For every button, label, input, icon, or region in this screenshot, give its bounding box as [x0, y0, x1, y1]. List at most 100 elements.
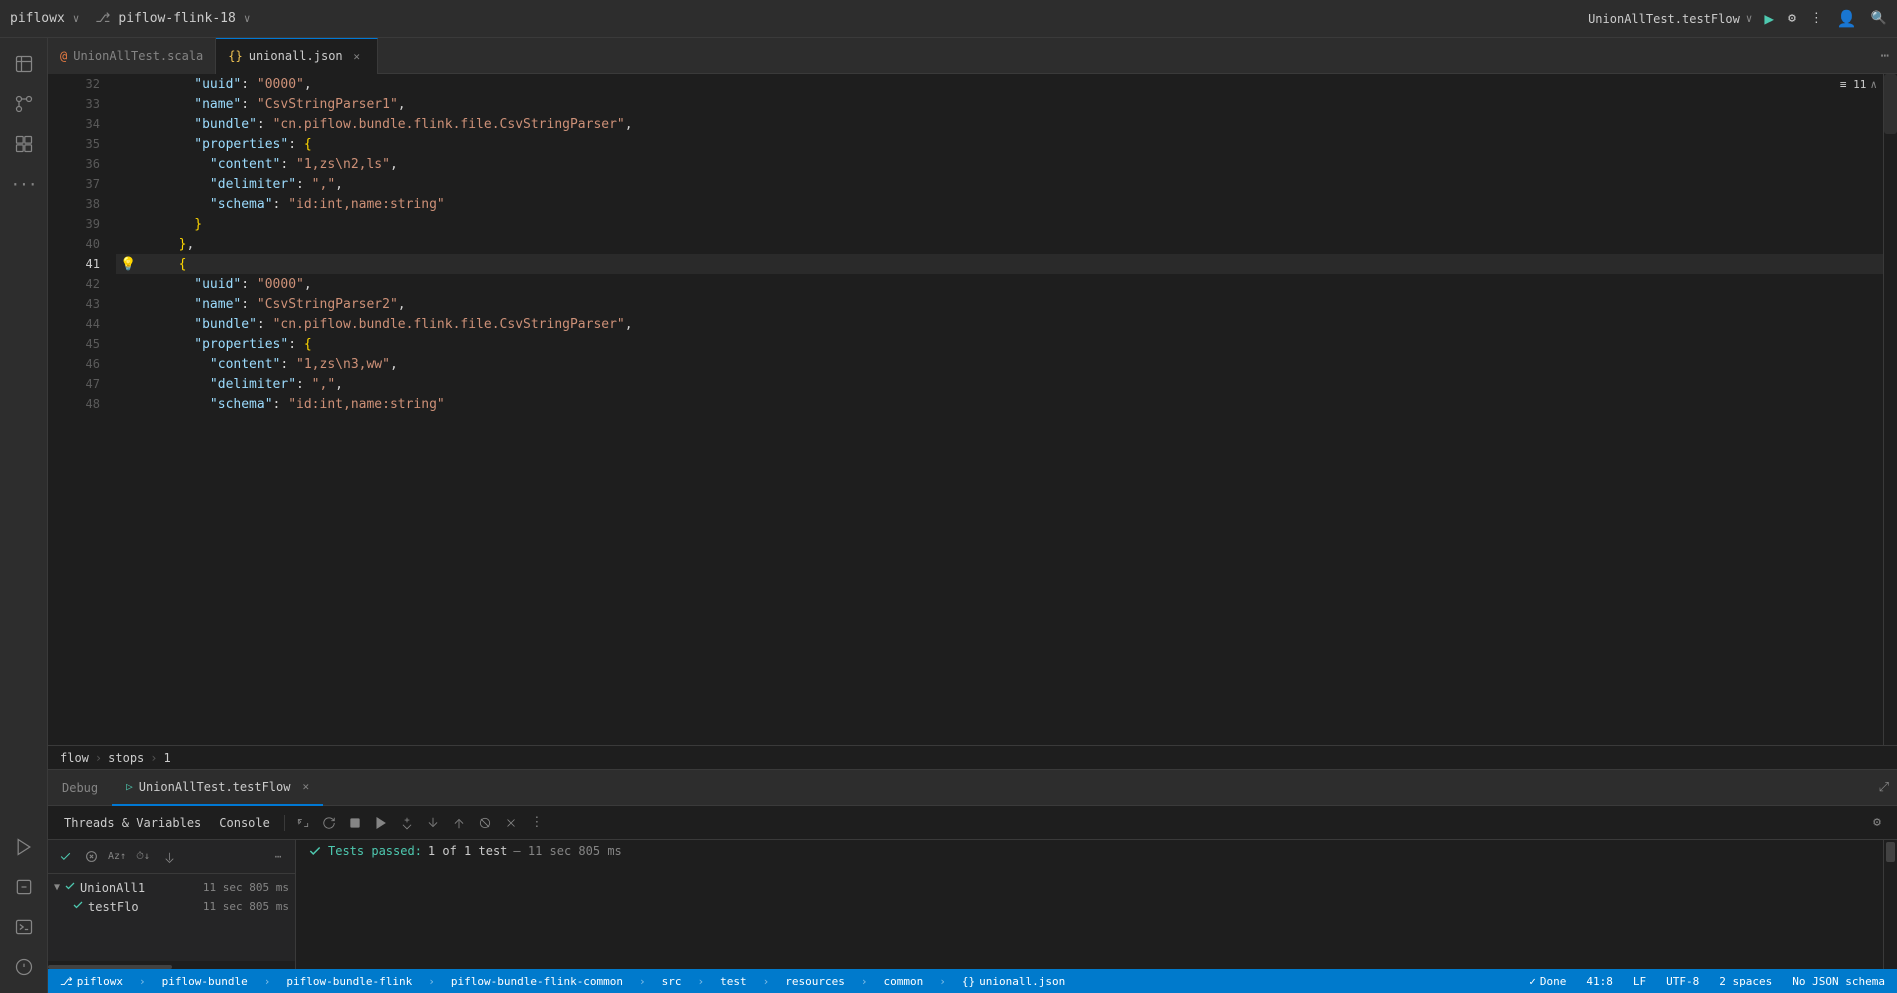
status-path-json[interactable]: {} unionall.json: [958, 969, 1069, 993]
status-path-bundle[interactable]: piflow-bundle: [158, 969, 252, 993]
search-icon[interactable]: 🔍: [1871, 11, 1887, 26]
rerun-btn[interactable]: [317, 811, 341, 835]
ln-41: 41: [56, 254, 100, 274]
status-path-src[interactable]: src: [658, 969, 686, 993]
run-debug-icon[interactable]: [6, 829, 42, 865]
panel-maximize-btn[interactable]: ⤢: [1871, 780, 1897, 795]
status-bar-right: ✓ Done 41:8 LF UTF-8 2 spaces No JSON sc…: [1525, 969, 1889, 993]
step-into-btn[interactable]: [421, 811, 445, 835]
test-output-area: Tests passed: 1 of 1 test – 11 sec 805 m…: [296, 840, 1883, 969]
tab-icon-scala: @: [60, 49, 67, 63]
debug-toolbar: Threads & Variables Console: [48, 806, 1897, 840]
breakpoints-icon[interactable]: [6, 869, 42, 905]
status-path-resources[interactable]: resources: [781, 969, 849, 993]
run-config-chevron: ∨: [1746, 12, 1753, 25]
breadcrumb-stops[interactable]: stops: [108, 751, 144, 765]
status-done[interactable]: ✓ Done: [1525, 969, 1570, 993]
title-bar-icons: ▶ ⚙ ⋮ 👤 🔍: [1764, 9, 1887, 28]
info-icon[interactable]: [6, 949, 42, 985]
status-position[interactable]: 41:8: [1582, 969, 1617, 993]
clear-results-btn[interactable]: [499, 811, 523, 835]
test-tree: ▼ UnionAll1 11 sec 805 ms testFlo: [48, 874, 295, 961]
vcs-icon[interactable]: [6, 86, 42, 122]
run-icon[interactable]: ▶: [1764, 9, 1774, 28]
status-indent[interactable]: 2 spaces: [1715, 969, 1776, 993]
status-path-test[interactable]: test: [716, 969, 751, 993]
more-actions-icon[interactable]: ···: [6, 166, 42, 202]
ln-43: 43: [56, 294, 100, 314]
ln-39: 39: [56, 214, 100, 234]
tab-more-icon[interactable]: ⋯: [1881, 48, 1889, 64]
branch-name[interactable]: piflow-flink-18: [118, 11, 235, 26]
terminal-panel-icon[interactable]: [6, 909, 42, 945]
tab-unionall-json[interactable]: {} unionall.json ✕: [216, 38, 377, 74]
resume-btn[interactable]: [369, 811, 393, 835]
debug-tabs: Debug ▷ UnionAllTest.testFlow ✕ ⤢: [48, 770, 1897, 806]
line-indicator[interactable]: ≡ 11 ∧: [1840, 78, 1877, 91]
editor-area: 32 33 34 35 36 37 38 39 40 41 42 43 44 4…: [48, 74, 1897, 745]
status-encoding[interactable]: UTF-8: [1662, 969, 1703, 993]
project-chevron[interactable]: ∨: [73, 12, 80, 25]
debug-more-btn[interactable]: ⋮: [525, 811, 549, 835]
status-sep-8: ›: [939, 975, 946, 988]
tab-debug[interactable]: Debug: [48, 770, 112, 806]
editor-scroll-thumb[interactable]: [1884, 74, 1897, 134]
project-name[interactable]: piflowx: [10, 11, 65, 26]
threads-vars-btn[interactable]: Threads & Variables: [56, 811, 209, 835]
debug-right-scrollbar[interactable]: [1883, 840, 1897, 969]
status-sep-2: ›: [264, 975, 271, 988]
filter-failed-btn[interactable]: [80, 846, 102, 868]
status-path-common2[interactable]: common: [880, 969, 928, 993]
status-path-common[interactable]: piflow-bundle-flink-common: [447, 969, 627, 993]
extensions-icon[interactable]: [6, 126, 42, 162]
status-path-flink[interactable]: piflow-bundle-flink: [282, 969, 416, 993]
more-icon[interactable]: ⋮: [1810, 11, 1823, 26]
code-line-36: "content": "1,zs\n2,ls",: [116, 154, 1883, 174]
status-line-ending[interactable]: LF: [1629, 969, 1650, 993]
console-btn[interactable]: Console: [211, 811, 278, 835]
tab-unionalltest-scala[interactable]: @ UnionAllTest.scala: [48, 38, 216, 74]
code-line-46: "content": "1,zs\n3,ww",: [116, 354, 1883, 374]
ln-44: 44: [56, 314, 100, 334]
code-content[interactable]: "uuid": "0000", "name": "CsvStringParser…: [108, 74, 1883, 745]
status-schema[interactable]: No JSON schema: [1788, 969, 1889, 993]
debug-settings-icon[interactable]: ⚙: [1788, 11, 1796, 26]
restore-layout-btn[interactable]: [291, 811, 315, 835]
sort-alpha-btn[interactable]: Az↑: [106, 846, 128, 868]
line-indicator-text: ≡ 11: [1840, 78, 1867, 91]
filter-more-btn[interactable]: ⋯: [267, 846, 289, 868]
tab-testflow-close[interactable]: ✕: [302, 780, 309, 793]
sort-duration-btn[interactable]: ⏱↓: [132, 846, 154, 868]
filter-all-btn[interactable]: [54, 846, 76, 868]
test-scrollbar[interactable]: [48, 961, 295, 969]
stop-btn[interactable]: [343, 811, 367, 835]
ln-34: 34: [56, 114, 100, 134]
code-line-39: }: [116, 214, 1883, 234]
tab-close-json[interactable]: ✕: [349, 48, 365, 64]
run-config[interactable]: UnionAllTest.testFlow ∨: [1588, 12, 1752, 26]
test-item-testflo[interactable]: testFlo 11 sec 805 ms: [48, 897, 295, 916]
explorer-icon[interactable]: [6, 46, 42, 82]
panel-settings-btn[interactable]: ⚙: [1865, 811, 1889, 835]
test-suite-unionall[interactable]: ▼ UnionAll1 11 sec 805 ms: [48, 878, 295, 897]
status-bar: ⎇ piflowx › piflow-bundle › piflow-bundl…: [48, 969, 1897, 993]
ln-38: 38: [56, 194, 100, 214]
mute-breakpoints-btn[interactable]: [473, 811, 497, 835]
editor-scrollbar[interactable]: [1883, 74, 1897, 745]
breadcrumb-1[interactable]: 1: [164, 751, 171, 765]
activity-bar: ···: [0, 38, 48, 993]
step-out-btn[interactable]: [447, 811, 471, 835]
status-branch[interactable]: ⎇ piflowx: [56, 969, 127, 993]
line-numbers: 32 33 34 35 36 37 38 39 40 41 42 43 44 4…: [48, 74, 108, 745]
ln-40: 40: [56, 234, 100, 254]
auto-scroll-btn[interactable]: [158, 846, 180, 868]
breadcrumb-flow[interactable]: flow: [60, 751, 89, 765]
profile-icon[interactable]: 👤: [1837, 9, 1857, 28]
tab-bar: @ UnionAllTest.scala {} unionall.json ✕ …: [48, 38, 1897, 74]
step-over-btn[interactable]: [395, 811, 419, 835]
tab-unionall-testflow[interactable]: ▷ UnionAllTest.testFlow ✕: [112, 770, 323, 806]
branch-chevron[interactable]: ∨: [244, 12, 251, 25]
ln-36: 36: [56, 154, 100, 174]
status-test: test: [720, 975, 747, 988]
status-sep-1: ›: [139, 975, 146, 988]
